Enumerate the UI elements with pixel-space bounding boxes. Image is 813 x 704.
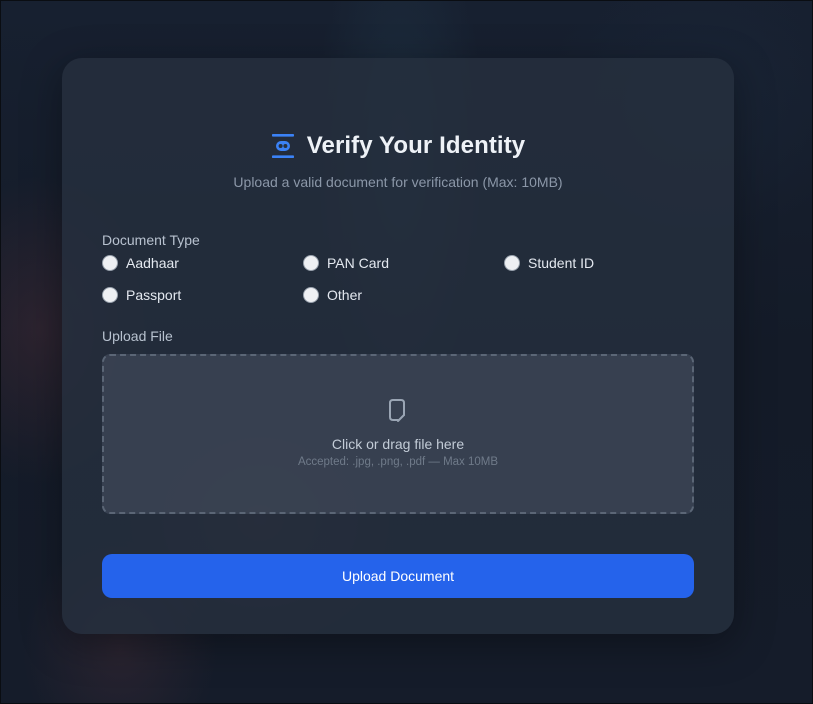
radio-aadhaar[interactable]: Aadhaar <box>102 254 303 272</box>
radio-passport[interactable]: Passport <box>102 286 303 304</box>
radio-button[interactable] <box>102 255 118 271</box>
verification-card: Verify Your Identity Upload a valid docu… <box>62 58 734 634</box>
file-upload-icon <box>388 356 408 424</box>
dropzone-hint: Accepted: .jpg, .png, .pdf — Max 10MB <box>297 456 499 468</box>
page-title: Verify Your Identity <box>306 132 526 159</box>
radio-button[interactable] <box>303 255 319 271</box>
radio-button[interactable] <box>504 255 520 271</box>
radio-button[interactable] <box>303 287 319 303</box>
id-card-icon <box>271 133 295 159</box>
radio-label: Aadhaar <box>126 255 179 271</box>
upload-file-label: Upload File <box>102 328 173 344</box>
radio-button[interactable] <box>102 287 118 303</box>
radio-label: Student ID <box>528 255 595 271</box>
radio-label: Passport <box>126 287 182 303</box>
dropzone-prompt: Click or drag file here <box>331 436 465 452</box>
radio-pan-card[interactable]: PAN Card <box>303 254 504 272</box>
radio-label: Other <box>327 287 363 303</box>
document-type-label: Document Type <box>102 232 200 248</box>
radio-student-id[interactable]: Student ID <box>504 254 694 272</box>
upload-document-button[interactable]: Upload Document <box>102 554 694 598</box>
card-header: Verify Your Identity <box>102 132 694 160</box>
radio-other[interactable]: Other <box>303 286 504 304</box>
page-subtitle: Upload a valid document for verification… <box>233 174 563 190</box>
file-dropzone[interactable]: Click or drag file here Accepted: .jpg, … <box>102 354 694 514</box>
radio-label: PAN Card <box>327 255 389 271</box>
document-type-group: Aadhaar PAN Card Student ID Passport Oth… <box>102 254 694 304</box>
